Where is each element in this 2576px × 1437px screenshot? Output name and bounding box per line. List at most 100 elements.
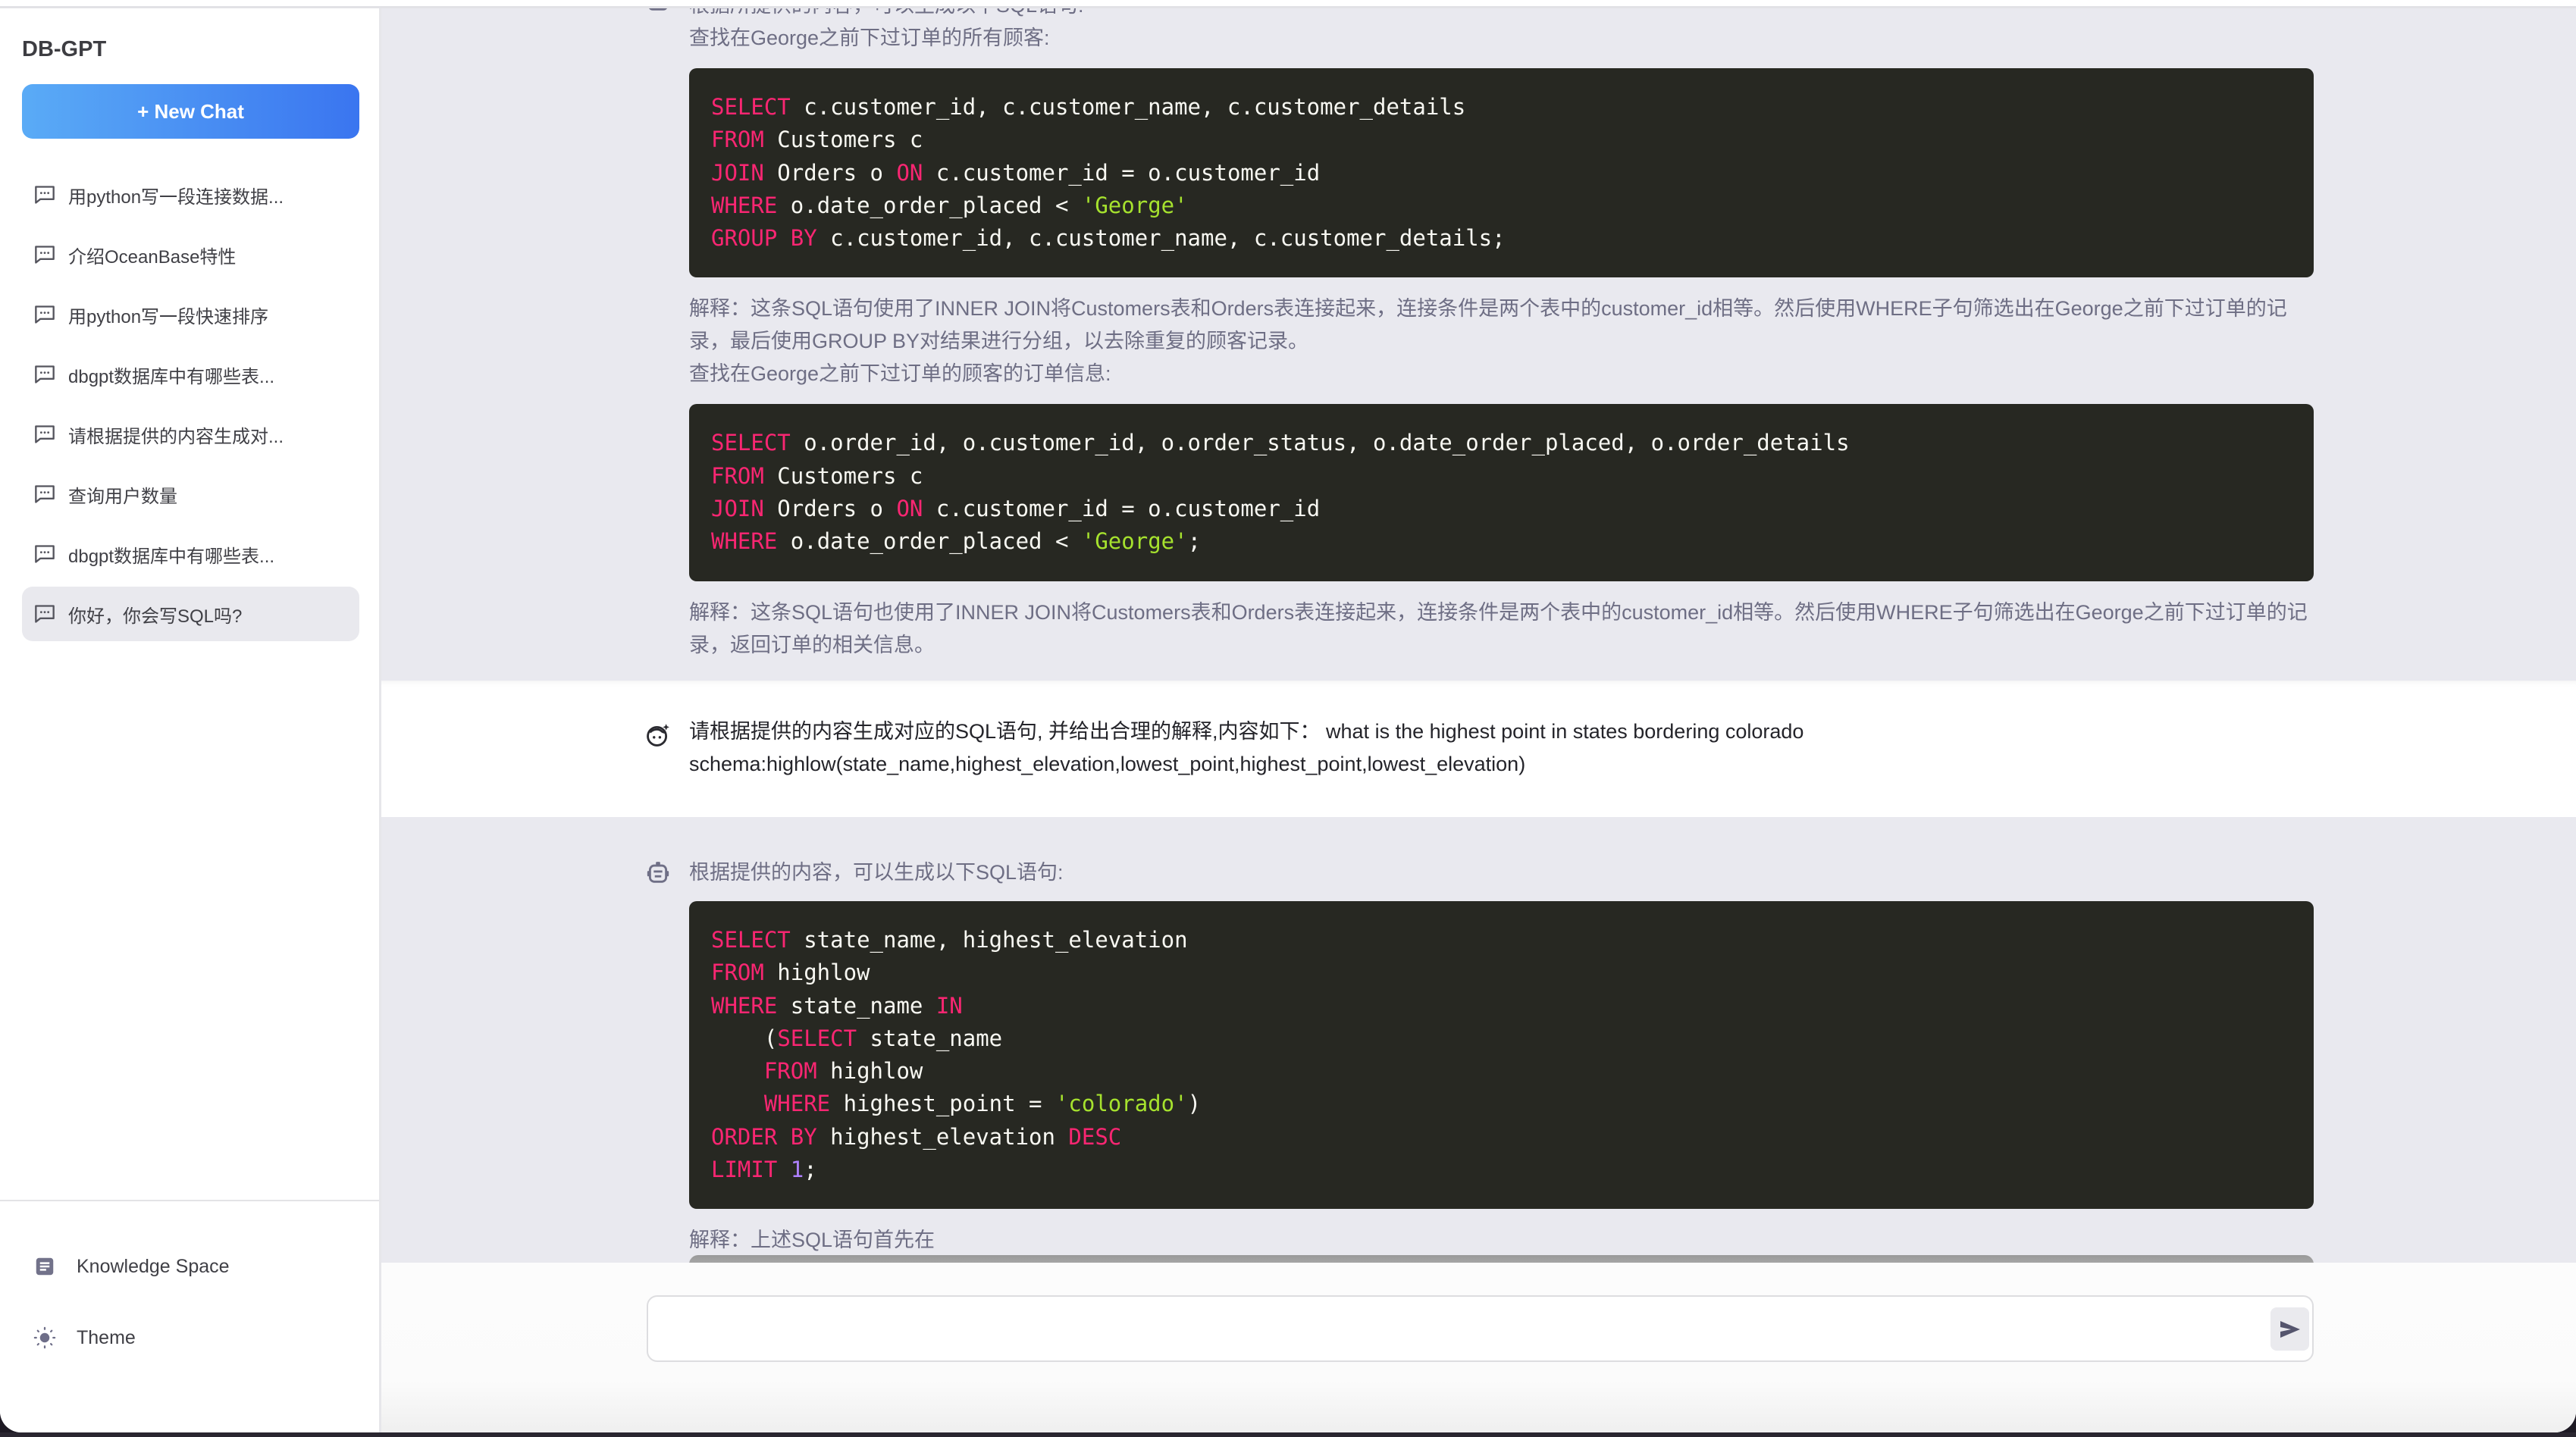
code-block: SELECT state_name, highest_elevation FROM… — [689, 901, 2314, 1210]
sidebar-bottom-links: Knowledge Space Theme — [22, 1244, 359, 1386]
chat-bubble-icon — [35, 485, 55, 503]
assistant-message: 根据所提供的内容，可以生成以下SQL语句: 查找在George之前下过订单的所有… — [381, 8, 2576, 681]
chat-history-item[interactable]: 介绍OceanBase特性 — [22, 227, 359, 282]
assistant-message: 根据提供的内容，可以生成以下SQL语句: SELECT state_name, … — [381, 817, 2576, 1272]
code-line: SELECT c.customer_id, c.customer_name, c… — [711, 91, 2292, 124]
code-line: FROM Customers c — [711, 124, 2292, 156]
code-keyword: SELECT — [777, 1025, 857, 1051]
chat-input-box — [647, 1295, 2314, 1362]
chat-bubble-icon — [35, 545, 55, 563]
chat-input[interactable] — [663, 1304, 2225, 1353]
code-string: 'George' — [1081, 192, 1188, 218]
code-text: Customers c — [763, 462, 923, 489]
chat-history-list: 用python写一段连接数据... 介绍OceanBase特性用python写一段… — [22, 167, 359, 646]
app-brand: DB-GPT — [22, 37, 107, 61]
user-schema-line: schema:highlow(state_name,highest_elevat… — [689, 753, 1526, 775]
chat-history-label: 请根据提供的内容生成对... — [68, 426, 284, 447]
code-keyword: WHERE — [711, 992, 778, 1019]
code-text: highlow — [816, 1058, 923, 1085]
chat-main: 根据所提供的内容，可以生成以下SQL语句: 查找在George之前下过订单的所有… — [381, 8, 2576, 1432]
chat-history-item[interactable]: 查询用户数量 — [22, 467, 359, 521]
chat-history-label: dbgpt数据库中有哪些表... — [68, 546, 275, 567]
code-keyword: JOIN — [711, 159, 764, 186]
user-question-line: 请根据提供的内容生成对应的SQL语句, 并给出合理的解释,内容如下： what … — [689, 720, 1804, 743]
chat-history-item[interactable]: 你好，你会写SQL吗? — [22, 587, 359, 641]
code-line: JOIN Orders o ON c.customer_id = o.custo… — [711, 493, 2292, 525]
sidebar: DB-GPT + New Chat 用python写一段连接数据... 介绍Oce… — [0, 8, 381, 1432]
code-line: FROM highlow — [711, 1055, 2292, 1088]
chat-history-item[interactable]: 请根据提供的内容生成对... — [22, 407, 359, 462]
chat-history-item[interactable]: dbgpt数据库中有哪些表... — [22, 527, 359, 581]
chat-history-item[interactable]: 用python写一段连接数据... — [22, 167, 359, 222]
code-line: ORDER BY highest_elevation DESC — [711, 1121, 2292, 1154]
code-text: state_name, highest_elevation — [790, 927, 1188, 953]
code-keyword: WHERE — [763, 1091, 831, 1117]
code-text: ; — [804, 1157, 817, 1183]
code-text: highlow — [763, 960, 870, 986]
code-keyword: WHERE — [711, 192, 778, 218]
code-line: GROUP BY c.customer_id, c.customer_name,… — [711, 222, 2292, 255]
code-keyword: SELECT — [711, 927, 791, 953]
code-keyword: FROM — [711, 960, 764, 986]
theme-toggle[interactable]: Theme — [22, 1315, 359, 1360]
code-text: state_name — [857, 1025, 1003, 1051]
sun-icon — [33, 1326, 56, 1349]
code-line: WHERE o.date_order_placed < 'George' — [711, 189, 2292, 222]
code-text: Orders o — [763, 159, 897, 186]
robot-icon — [649, 8, 667, 11]
code-keyword: LIMIT — [711, 1157, 778, 1183]
chat-bubble-icon — [35, 246, 55, 264]
chat-bubble-icon — [35, 186, 55, 204]
theme-label: Theme — [77, 1326, 136, 1348]
code-keyword: IN — [935, 992, 963, 1019]
knowledge-space-label: Knowledge Space — [77, 1255, 230, 1277]
chat-history-item[interactable]: 用python写一段快速排序 — [22, 287, 359, 342]
chat-bubble-icon — [35, 425, 55, 443]
sidebar-divider — [0, 1200, 379, 1201]
code-line: JOIN Orders o ON c.customer_id = o.custo… — [711, 157, 2292, 189]
document-icon — [36, 1257, 54, 1276]
knowledge-space-link[interactable]: Knowledge Space — [22, 1244, 359, 1289]
app-window: DB-GPT + New Chat 用python写一段连接数据... 介绍Oce… — [0, 0, 2576, 1432]
chat-history-label: 用python写一段连接数据... — [68, 186, 284, 208]
code-line: FROM highlow — [711, 956, 2292, 989]
code-number: 1 — [790, 1157, 804, 1183]
chat-history-label: 你好，你会写SQL吗? — [68, 606, 243, 627]
explanation-text: 解释：上述SQL语句首先在 — [689, 1229, 935, 1252]
robot-icon — [647, 862, 669, 883]
section-heading: 查找在George之前下过订单的所有顾客: — [689, 27, 1050, 49]
code-text: highest_elevation — [816, 1123, 1069, 1150]
assistant-message-body: 根据提供的内容，可以生成以下SQL语句: SELECT state_name, … — [689, 856, 2314, 1257]
code-text: c.customer_id, c.customer_name, c.custom… — [816, 225, 1506, 252]
top-strip — [0, 0, 2576, 6]
assistant-intro-text: 根据所提供的内容，可以生成以下SQL语句: — [689, 8, 2314, 22]
user-message-body: 请根据提供的内容生成对应的SQL语句, 并给出合理的解释,内容如下： what … — [689, 715, 2314, 781]
chat-history-label: 用python写一段快速排序 — [68, 306, 269, 327]
chat-history-item[interactable]: dbgpt数据库中有哪些表... — [22, 347, 359, 402]
assistant-message-body: 根据所提供的内容，可以生成以下SQL语句: 查找在George之前下过订单的所有… — [689, 8, 2314, 662]
code-text: c.customer_id = o.customer_id — [923, 496, 1321, 522]
assistant-intro-text: 根据提供的内容，可以生成以下SQL语句: — [689, 861, 1064, 884]
code-keyword: SELECT — [711, 94, 791, 120]
code-line: WHERE state_name IN — [711, 990, 2292, 1022]
code-keyword: FROM — [711, 127, 764, 153]
code-line: WHERE highest_point = 'colorado') — [711, 1088, 2292, 1120]
chat-bubble-icon — [35, 605, 55, 623]
desktop-taskbar-edge — [0, 1432, 2576, 1437]
new-chat-button[interactable]: + New Chat — [22, 84, 359, 139]
code-text: ) — [1187, 1091, 1202, 1117]
code-text: Customers c — [763, 127, 923, 153]
code-text: ; — [1187, 528, 1202, 555]
chat-bubble-icon — [35, 305, 55, 324]
code-keyword: GROUP BY — [711, 225, 817, 252]
code-string: 'colorado' — [1055, 1091, 1188, 1117]
code-line: FROM Customers c — [711, 460, 2292, 493]
code-text: Orders o — [763, 496, 897, 522]
code-line: SELECT o.order_id, o.customer_id, o.orde… — [711, 427, 2292, 459]
code-line: (SELECT state_name — [711, 1022, 2292, 1055]
send-button[interactable] — [2270, 1307, 2309, 1351]
code-text: o.date_order_placed < — [777, 192, 1082, 218]
section-heading: 查找在George之前下过订单的顾客的订单信息: — [689, 362, 1111, 386]
